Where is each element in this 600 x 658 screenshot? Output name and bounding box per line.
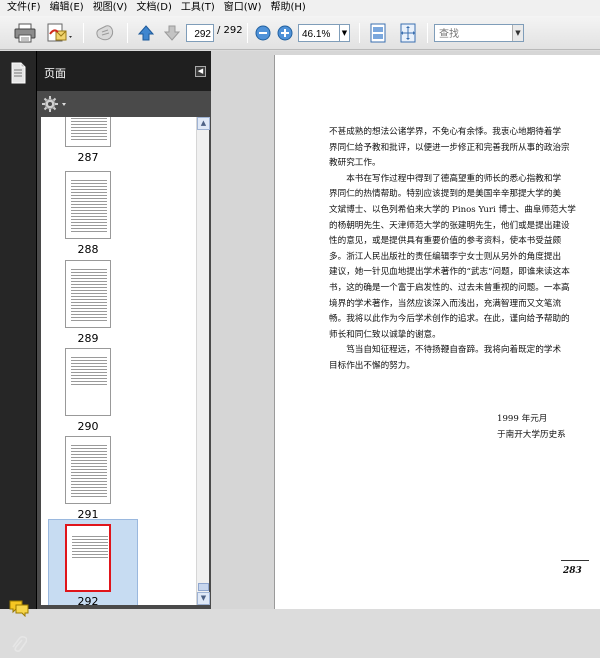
page-total: / 292 xyxy=(217,25,243,36)
text-line: 建议，她一针见血地提出学术著作的“武志”问题，即谁来读这本 xyxy=(329,267,570,278)
panel-title: 页面 xyxy=(44,67,66,80)
menu-edit[interactable]: 编辑(E) xyxy=(47,0,90,16)
menu-tools[interactable]: 工具(T) xyxy=(178,0,221,16)
fullscreen-icon xyxy=(400,23,416,43)
comment-icon xyxy=(9,600,29,618)
hand-tool-button[interactable] xyxy=(90,21,120,45)
text-line: 本书在写作过程中得到了德高望重的师长的悉心指教和学 xyxy=(329,173,562,184)
print-icon xyxy=(14,23,36,43)
page-thumbnail xyxy=(65,260,111,328)
text-line: 不甚成熟的想法公诸学界，不免心有余悸。我衷心地期待着学 xyxy=(329,127,562,137)
zoom-out-button[interactable] xyxy=(253,21,273,45)
thumbnail-list[interactable]: 287 288 289 290 291 292 xyxy=(41,117,196,605)
menu-help[interactable]: 帮助(H) xyxy=(267,0,311,16)
next-page-icon xyxy=(163,25,181,41)
zoom-dropdown-button[interactable]: ▼ xyxy=(340,24,350,42)
attachments-panel-button[interactable] xyxy=(11,635,28,658)
page-number: 283 xyxy=(563,566,582,576)
text-line: 文斌博士、以色列希伯来大学的 Pinos Yuri 博士、曲阜师范大学 xyxy=(329,204,576,215)
page-thumbnail xyxy=(65,117,111,147)
menu-bar: 文件(F) 编辑(E) 视图(V) 文档(D) 工具(T) 窗口(W) 帮助(H… xyxy=(0,0,600,16)
signature-date: 1999 年元月 xyxy=(497,414,548,424)
text-line: 书，这的确是一个富于启发性的、过去未曾重视的问题。一本高 xyxy=(329,282,570,293)
scroll-down-button[interactable]: ▼ xyxy=(197,592,210,605)
fullscreen-button[interactable] xyxy=(396,21,420,45)
chevron-down-icon: ▼ xyxy=(341,29,348,37)
chevron-left-icon: ◀ xyxy=(197,67,204,75)
pages-panel-button[interactable] xyxy=(9,62,27,84)
zoom-in-icon xyxy=(277,25,293,41)
thumbnail-label: 290 xyxy=(77,420,99,433)
scrollbar-thumb[interactable] xyxy=(198,583,209,591)
thumbnail-label: 289 xyxy=(77,332,99,345)
menu-document[interactable]: 文档(D) xyxy=(133,0,178,16)
toolbar-separator xyxy=(127,23,128,43)
toolbar-separator xyxy=(359,23,360,43)
thumbnail-label: 288 xyxy=(77,243,99,256)
page-thumbnail xyxy=(65,171,111,239)
page-thumbnail xyxy=(65,348,111,416)
text-line: 教研究工作。 xyxy=(329,158,381,169)
navigation-rail xyxy=(0,51,37,653)
fit-page-icon xyxy=(370,23,386,43)
thumbnail-label: 287 xyxy=(77,151,99,164)
chevron-down-icon: ▼ xyxy=(515,29,521,37)
text-line: 境界的学术著作，当然应该深入而浅出，充满智理而又文笔流 xyxy=(329,298,562,309)
text-line: 多。浙江人民出版社的责任编辑李宁女士则从另外的角度提出 xyxy=(329,251,562,262)
menu-file[interactable]: 文件(F) xyxy=(4,0,47,16)
chevron-up-icon: ▲ xyxy=(200,119,207,127)
toolbar-separator xyxy=(83,23,84,43)
options-button[interactable] xyxy=(41,94,69,114)
previous-page-button[interactable] xyxy=(134,21,158,45)
hand-icon xyxy=(96,25,114,41)
toolbar: / 292 ▼ ▼ xyxy=(0,16,600,50)
page-thumbnail xyxy=(65,524,111,592)
menu-window[interactable]: 窗口(W) xyxy=(221,0,268,16)
chevron-down-icon: ▼ xyxy=(200,594,207,602)
pages-panel: 页面 ◀ 287 288 289 290 291 292 ▲ ▼ xyxy=(37,51,211,609)
text-line: 笃当自知征程远，不待扬鞭自奋蹄。我将向着既定的学术 xyxy=(329,345,562,356)
paperclip-icon xyxy=(12,635,28,653)
next-page-button[interactable] xyxy=(160,21,184,45)
thumbnail-scrollbar[interactable]: ▲ ▼ xyxy=(196,117,210,605)
text-line: 师长和同仁致以诚挚的谢意。 xyxy=(329,329,441,340)
page-thumbnail xyxy=(65,436,111,504)
toolbar-separator xyxy=(427,23,428,43)
page-number-input[interactable] xyxy=(186,24,214,42)
print-button[interactable] xyxy=(12,21,38,45)
pages-icon xyxy=(11,62,26,84)
zoom-out-icon xyxy=(255,25,271,41)
toolbar-separator xyxy=(247,23,248,43)
comments-panel-button[interactable] xyxy=(9,599,29,620)
email-button[interactable] xyxy=(44,21,78,45)
panel-collapse-button[interactable]: ◀ xyxy=(195,66,206,77)
text-line: 畅。我将以此作为今后学术创作的追求。在此，谨向给予帮助的 xyxy=(329,314,570,325)
zoom-input[interactable] xyxy=(298,24,340,42)
email-icon xyxy=(47,23,72,42)
pdf-page: 不甚成熟的想法公诸学界，不免心有余悸。我衷心地期待着学 界同仁给予教和批评，以便… xyxy=(274,55,600,609)
find-dropdown-button[interactable]: ▼ xyxy=(512,25,523,41)
text-line: 性的意见，或是提供具有重要价值的参考资料，使本书受益颇 xyxy=(329,236,562,247)
panel-header: 页面 ◀ xyxy=(37,51,211,91)
fit-page-button[interactable] xyxy=(366,21,390,45)
thumbnail-label: 292 xyxy=(77,595,99,605)
footer-rule xyxy=(561,560,589,561)
page-body-text: 不甚成熟的想法公诸学界，不免心有余悸。我衷心地期待着学 界同仁给予教和批评，以便… xyxy=(329,125,591,375)
signature-place: 于南开大学历史系 xyxy=(497,430,566,440)
zoom-in-button[interactable] xyxy=(275,21,295,45)
text-line: 界同仁给予教和批评，以便进一步修正和完善我所从事的政治宗 xyxy=(329,142,570,153)
text-line: 界同仁的热情帮助。特别应该提到的是美国辛辛那提大学的美 xyxy=(329,189,562,200)
menu-view[interactable]: 视图(V) xyxy=(90,0,134,16)
scroll-up-button[interactable]: ▲ xyxy=(197,117,210,130)
gear-icon xyxy=(42,96,66,112)
text-line: 目标作出不懈的努力。 xyxy=(329,360,415,371)
previous-page-icon xyxy=(137,25,155,41)
text-line: 的杨朝明先生、天津师范大学的张建明先生，他们或是提出建设 xyxy=(329,220,570,231)
document-view[interactable]: 不甚成熟的想法公诸学界，不免心有余悸。我衷心地期待着学 界同仁给予教和批评，以便… xyxy=(211,51,600,609)
find-input[interactable] xyxy=(434,24,524,42)
